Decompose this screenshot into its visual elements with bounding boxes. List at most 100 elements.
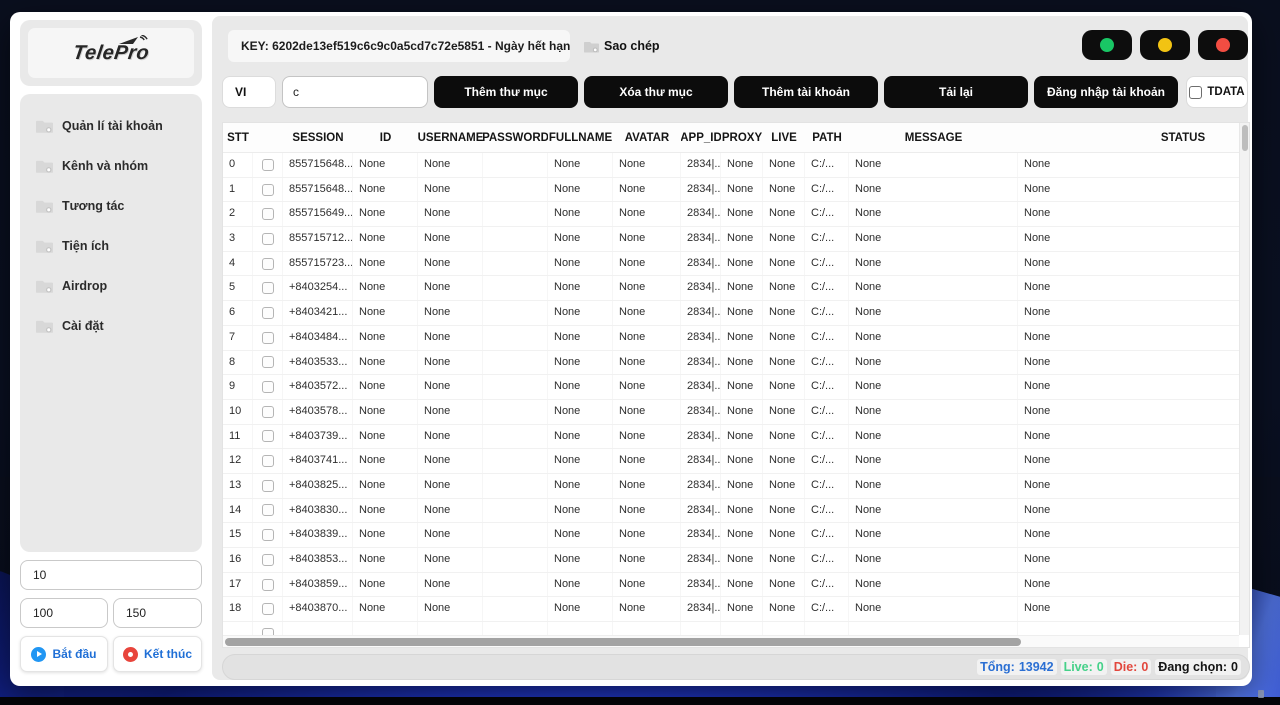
cell-proxy: None <box>721 375 763 399</box>
vertical-scrollbar[interactable] <box>1239 123 1249 635</box>
sidebar-item-kenh-va-nhom[interactable]: Kênh và nhóm <box>20 146 202 186</box>
table-row[interactable]: 12+8403741...NoneNoneNoneNone2834|...Non… <box>223 449 1250 474</box>
sidebar-item-label: Kênh và nhóm <box>62 159 148 173</box>
row-checkbox[interactable] <box>262 233 274 245</box>
row-checkbox[interactable] <box>262 282 274 294</box>
cell-status: None <box>1018 573 1250 597</box>
license-key-text: KEY: 6202de13ef519c6c9c0a5cd7c72e5851 - … <box>241 39 570 53</box>
sidebar-item-quan-li-tai-khoan[interactable]: Quản lí tài khoản <box>20 106 202 146</box>
delay-input[interactable] <box>20 560 202 590</box>
row-checkbox[interactable] <box>262 406 274 418</box>
row-checkbox[interactable] <box>262 529 274 541</box>
cell-status: None <box>1018 597 1250 621</box>
row-checkbox[interactable] <box>262 430 274 442</box>
table-row[interactable]: 13+8403825...NoneNoneNoneNone2834|...Non… <box>223 474 1250 499</box>
sidebar-item-cai-dat[interactable]: Cài đặt <box>20 306 202 346</box>
window-button-red[interactable] <box>1198 30 1248 60</box>
cell-proxy: None <box>721 227 763 251</box>
table-row[interactable]: 14+8403830...NoneNoneNoneNone2834|...Non… <box>223 499 1250 524</box>
start-button[interactable]: Bắt đầu <box>20 636 108 672</box>
vertical-scrollbar-thumb[interactable] <box>1242 125 1248 151</box>
table-row[interactable]: 2855715649...NoneNoneNoneNone2834|...Non… <box>223 202 1250 227</box>
table-row[interactable]: 3855715712...NoneNoneNoneNone2834|...Non… <box>223 227 1250 252</box>
cell-avatar: None <box>613 351 681 375</box>
cell-app_id: 2834|... <box>681 573 721 597</box>
row-checkbox[interactable] <box>262 554 274 566</box>
table-row[interactable]: 15+8403839...NoneNoneNoneNone2834|...Non… <box>223 523 1250 548</box>
table-row[interactable]: 16+8403853...NoneNoneNoneNone2834|...Non… <box>223 548 1250 573</box>
taskbar-strip <box>0 697 1280 705</box>
row-checkbox[interactable] <box>262 579 274 591</box>
range-from-input[interactable] <box>20 598 108 628</box>
row-checkbox[interactable] <box>262 603 274 615</box>
table-row[interactable]: 18+8403870...NoneNoneNoneNone2834|...Non… <box>223 597 1250 622</box>
cell-stt: 1 <box>223 178 253 202</box>
table-row[interactable]: 5+8403254...NoneNoneNoneNone2834|...None… <box>223 276 1250 301</box>
cell-username: None <box>418 153 483 177</box>
table-row[interactable]: 11+8403739...NoneNoneNoneNone2834|...Non… <box>223 425 1250 450</box>
cell-checkbox <box>253 548 283 572</box>
cell-stt: 11 <box>223 425 253 449</box>
cell-session: +8403853... <box>283 548 353 572</box>
horizontal-scrollbar[interactable] <box>223 635 1239 647</box>
sidebar-item-airdrop[interactable]: Airdrop <box>20 266 202 306</box>
table-row[interactable]: 4855715723...NoneNoneNoneNone2834|...Non… <box>223 252 1250 277</box>
row-checkbox[interactable] <box>262 356 274 368</box>
add-account-button[interactable]: Thêm tài khoản <box>734 76 878 108</box>
cell-app_id: 2834|... <box>681 301 721 325</box>
table-row[interactable]: 1855715648...NoneNoneNoneNone2834|...Non… <box>223 178 1250 203</box>
tdata-toggle[interactable]: TDATA <box>1186 76 1248 108</box>
tray-icon[interactable] <box>1258 690 1264 698</box>
range-to-input[interactable] <box>113 598 202 628</box>
row-checkbox[interactable] <box>262 307 274 319</box>
cell-app_id: 2834|... <box>681 252 721 276</box>
delete-folder-button[interactable]: Xóa thư mục <box>584 76 728 108</box>
table-row[interactable]: 8+8403533...NoneNoneNoneNone2834|...None… <box>223 351 1250 376</box>
row-checkbox[interactable] <box>262 184 274 196</box>
table-row[interactable]: 17+8403859...NoneNoneNoneNone2834|...Non… <box>223 573 1250 598</box>
cell-stt: 18 <box>223 597 253 621</box>
accounts-table: STTSESSIONIDUSERNAMEPASSWORDFULLNAMEAVAT… <box>222 122 1250 648</box>
table-row[interactable]: 0855715648...NoneNoneNoneNone2834|...Non… <box>223 153 1250 178</box>
search-input[interactable] <box>282 76 428 108</box>
cell-live: None <box>763 178 805 202</box>
row-checkbox[interactable] <box>262 159 274 171</box>
cell-username: None <box>418 499 483 523</box>
login-account-button[interactable]: Đăng nhập tài khoản <box>1034 76 1178 108</box>
cell-password <box>483 375 548 399</box>
language-select[interactable]: VI <box>222 76 276 108</box>
table-row[interactable]: 10+8403578...NoneNoneNoneNone2834|...Non… <box>223 400 1250 425</box>
row-checkbox[interactable] <box>262 480 274 492</box>
table-row[interactable]: 9+8403572...NoneNoneNoneNone2834|...None… <box>223 375 1250 400</box>
play-icon <box>31 647 46 662</box>
column-header-avatar: AVATAR <box>613 123 681 152</box>
cell-session: +8403254... <box>283 276 353 300</box>
cell-message: None <box>849 252 1018 276</box>
horizontal-scrollbar-thumb[interactable] <box>225 638 1021 646</box>
column-header-session: SESSION <box>283 123 353 152</box>
copy-key-button[interactable]: Sao chép <box>584 36 660 56</box>
row-checkbox[interactable] <box>262 455 274 467</box>
sidebar-item-tien-ich[interactable]: Tiện ích <box>20 226 202 266</box>
row-checkbox[interactable] <box>262 208 274 220</box>
row-checkbox[interactable] <box>262 332 274 344</box>
cell-avatar: None <box>613 449 681 473</box>
add-folder-button[interactable]: Thêm thư mục <box>434 76 578 108</box>
cell-app_id: 2834|... <box>681 499 721 523</box>
cell-password <box>483 548 548 572</box>
row-checkbox[interactable] <box>262 504 274 516</box>
cell-password <box>483 597 548 621</box>
row-checkbox[interactable] <box>262 258 274 270</box>
row-checkbox[interactable] <box>262 381 274 393</box>
cell-proxy: None <box>721 597 763 621</box>
stop-button[interactable]: Kết thúc <box>113 636 202 672</box>
reload-button[interactable]: Tải lại <box>884 76 1028 108</box>
table-row[interactable]: 7+8403484...NoneNoneNoneNone2834|...None… <box>223 326 1250 351</box>
cell-id: None <box>353 178 418 202</box>
tdata-checkbox[interactable] <box>1189 86 1202 99</box>
window-button-green[interactable] <box>1082 30 1132 60</box>
cell-app_id: 2834|... <box>681 276 721 300</box>
window-button-yellow[interactable] <box>1140 30 1190 60</box>
sidebar-item-tuong-tac[interactable]: Tương tác <box>20 186 202 226</box>
table-row[interactable]: 6+8403421...NoneNoneNoneNone2834|...None… <box>223 301 1250 326</box>
